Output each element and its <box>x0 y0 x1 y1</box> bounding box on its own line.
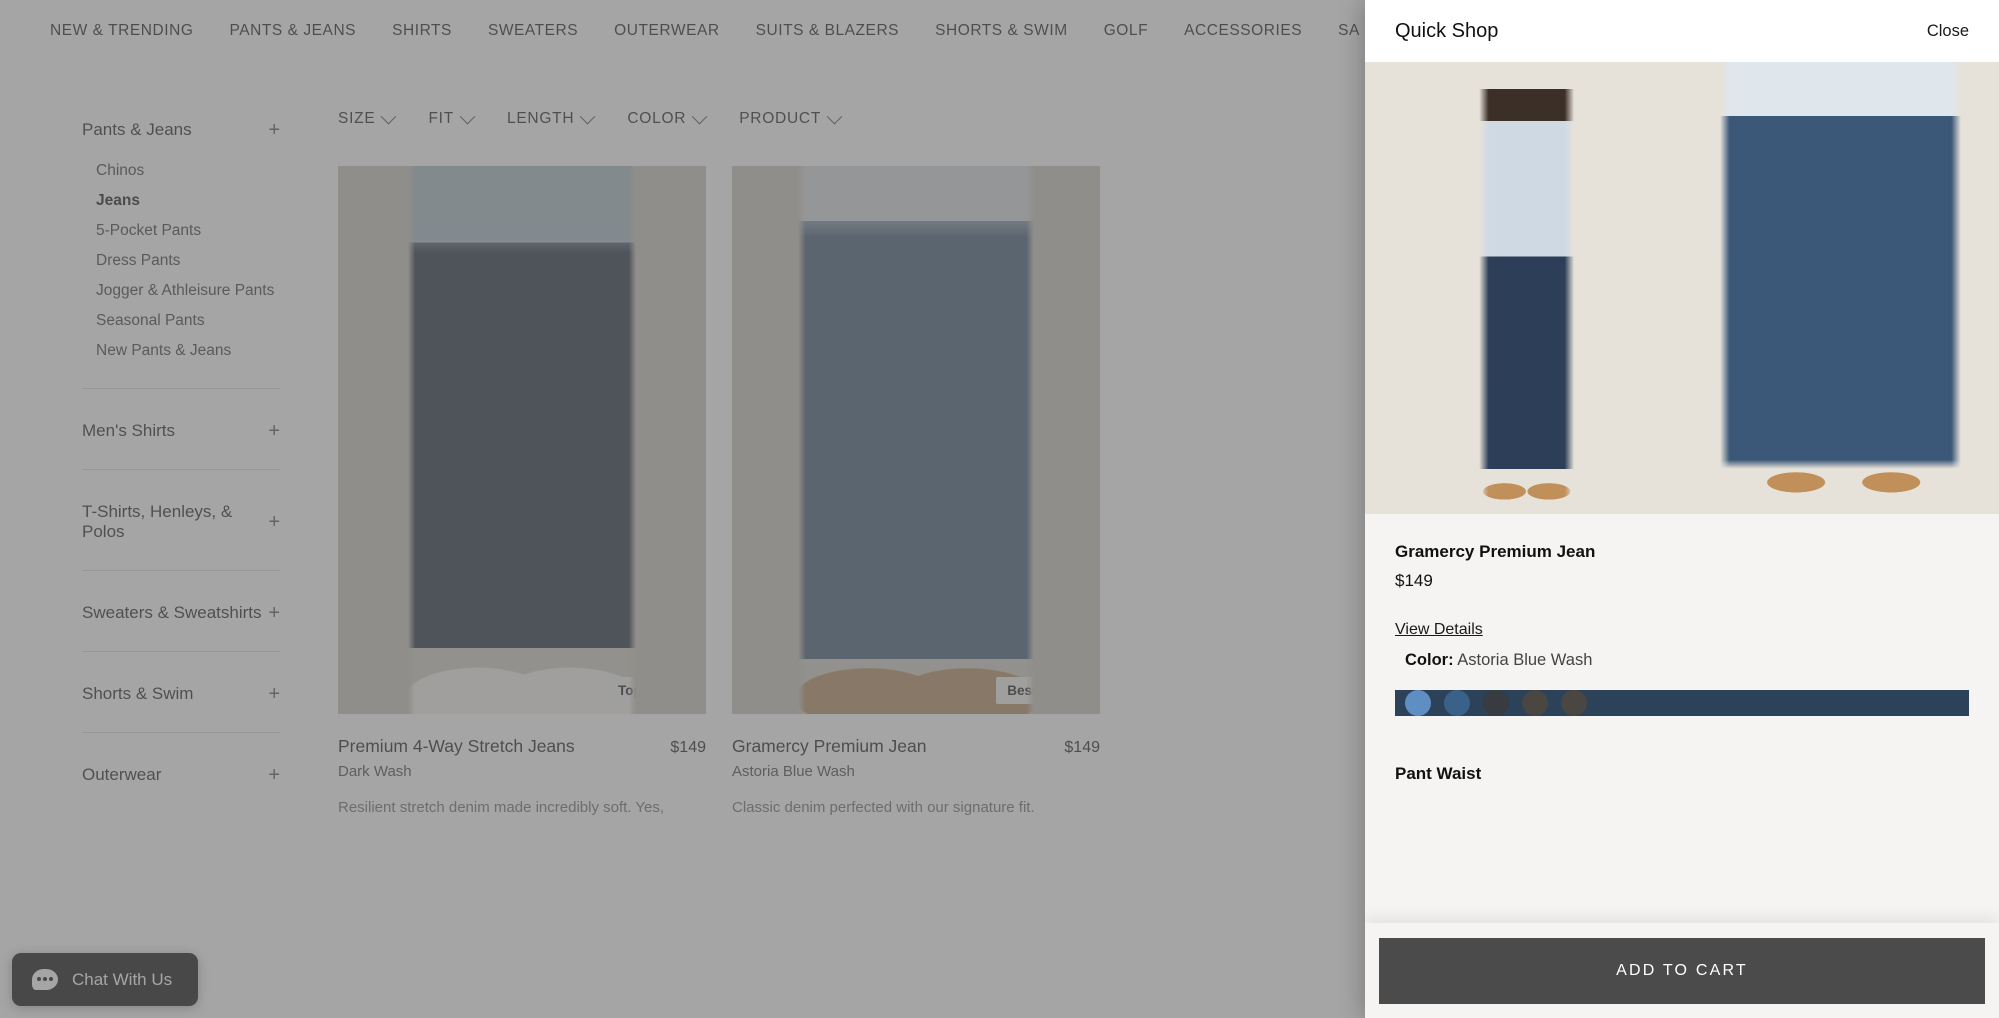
view-details-link[interactable]: View Details <box>1395 621 1483 639</box>
pant-waist-label: Pant Waist <box>1395 764 1482 783</box>
color-value: Astoria Blue Wash <box>1457 651 1593 669</box>
product-gallery-image-2[interactable] <box>1682 62 1999 514</box>
close-button[interactable]: Close <box>1927 22 1969 41</box>
quick-shop-details: Gramercy Premium Jean $149 View Details … <box>1365 514 1999 1018</box>
color-swatch-list <box>1395 690 1969 716</box>
color-swatch-astoria-blue-wash[interactable] <box>1405 690 1431 716</box>
quick-shop-product-price: $149 <box>1395 571 1433 590</box>
quick-shop-header: Quick Shop Close <box>1365 0 1999 62</box>
color-swatch-light-blue-wash[interactable] <box>1444 690 1470 716</box>
quick-shop-gallery <box>1365 62 1999 514</box>
add-to-cart-button[interactable]: ADD TO CART <box>1379 937 1985 1004</box>
color-selection-label: Color: Astoria Blue Wash <box>1395 651 1969 670</box>
page-root: NEW & TRENDING PANTS & JEANS SHIRTS SWEA… <box>0 0 1999 1018</box>
color-swatch-dark-grey-wash[interactable] <box>1561 690 1587 716</box>
quick-shop-product-name: Gramercy Premium Jean <box>1395 542 1596 561</box>
color-label: Color: <box>1405 651 1454 669</box>
quick-shop-footer: ADD TO CART <box>1365 923 1999 1018</box>
product-gallery-image-1[interactable] <box>1365 62 1682 514</box>
color-swatch-charcoal-wash[interactable] <box>1522 690 1548 716</box>
quick-shop-drawer: Quick Shop Close Gramercy Premium Jean $… <box>1365 0 1999 1018</box>
quick-shop-title: Quick Shop <box>1395 19 1499 42</box>
color-swatch-medium-blue-wash[interactable] <box>1483 690 1509 716</box>
